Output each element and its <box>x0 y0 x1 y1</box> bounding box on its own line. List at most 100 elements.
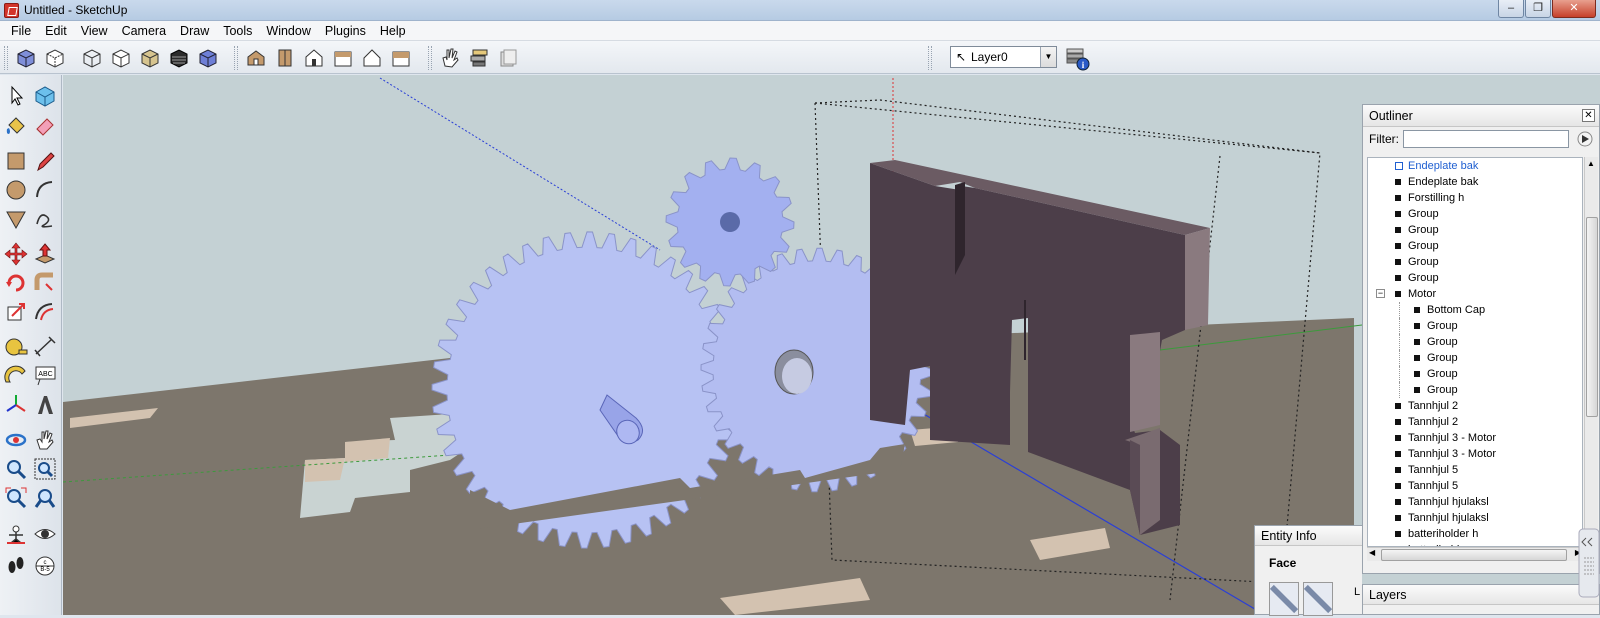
component-stack-icon[interactable] <box>466 45 492 71</box>
walk-icon[interactable] <box>3 553 29 579</box>
arc-icon[interactable] <box>32 177 58 203</box>
section-plane-icon[interactable]: c B-5 <box>32 553 58 579</box>
scroll-thumb[interactable] <box>1381 549 1567 561</box>
menu-edit[interactable]: Edit <box>38 21 74 41</box>
pan-hand-icon[interactable] <box>32 427 58 453</box>
look-around-icon[interactable] <box>32 521 58 547</box>
back-view-icon[interactable] <box>359 45 385 71</box>
scroll-thumb[interactable] <box>1586 217 1598 417</box>
outliner-item[interactable]: Group <box>1368 334 1582 350</box>
outliner-item[interactable]: Forstilling h <box>1368 190 1582 206</box>
protractor-icon[interactable] <box>3 363 29 389</box>
rectangle-icon[interactable] <box>3 148 29 174</box>
filter-input[interactable] <box>1403 130 1569 148</box>
outliner-vertical-scrollbar[interactable]: ▲ <box>1584 157 1598 547</box>
toolbar-grip[interactable] <box>428 45 432 70</box>
paint-bucket-icon[interactable] <box>3 113 29 139</box>
outliner-item[interactable]: Group <box>1368 350 1582 366</box>
outliner-item[interactable]: Tannhjul hjulaksl <box>1368 494 1582 510</box>
outliner-item[interactable]: Tannhjul 2 <box>1368 414 1582 430</box>
right-view-icon[interactable] <box>330 45 356 71</box>
close-button[interactable]: ✕ <box>1552 0 1596 18</box>
layer-dropdown[interactable]: ↖ Layer0 ▼ <box>950 46 1057 68</box>
menu-help[interactable]: Help <box>373 21 413 41</box>
front-view-icon[interactable] <box>301 45 327 71</box>
back-material-swatch[interactable] <box>1303 582 1333 616</box>
outliner-item[interactable]: Tannhjul 3 - Motor <box>1368 446 1582 462</box>
make-component-icon[interactable] <box>32 83 58 109</box>
outliner-item[interactable]: Tannhjul hjulaksl <box>1368 510 1582 526</box>
orbit-icon[interactable] <box>3 427 29 453</box>
collapse-icon[interactable]: − <box>1376 289 1385 298</box>
left-view-icon[interactable] <box>388 45 414 71</box>
select-icon[interactable] <box>3 83 29 109</box>
wireframe-icon[interactable] <box>79 45 105 71</box>
freehand-icon[interactable] <box>32 206 58 232</box>
toolbar-grip[interactable] <box>234 45 238 70</box>
outliner-item[interactable]: Group <box>1368 270 1582 286</box>
toolbar-grip[interactable] <box>4 45 8 70</box>
position-camera-icon[interactable] <box>3 521 29 547</box>
outliner-item[interactable]: Tannhjul 5 <box>1368 462 1582 478</box>
outliner-item[interactable]: Group <box>1368 382 1582 398</box>
minimize-button[interactable]: – <box>1498 0 1524 18</box>
dimension-icon[interactable] <box>32 334 58 360</box>
top-view-icon[interactable] <box>272 45 298 71</box>
menu-draw[interactable]: Draw <box>173 21 216 41</box>
back-edges-icon[interactable] <box>42 45 68 71</box>
push-pull-icon[interactable] <box>32 241 58 267</box>
rotate-icon[interactable] <box>3 270 29 296</box>
circle-icon[interactable] <box>3 177 29 203</box>
scale-icon[interactable] <box>3 299 29 325</box>
follow-me-icon[interactable] <box>32 270 58 296</box>
restore-button[interactable]: ❐ <box>1525 0 1551 18</box>
hidden-line-icon[interactable] <box>108 45 134 71</box>
outliner-item[interactable]: Group <box>1368 222 1582 238</box>
outliner-item[interactable]: Bottom Cap <box>1368 302 1582 318</box>
outliner-item[interactable]: Group <box>1368 254 1582 270</box>
menu-plugins[interactable]: Plugins <box>318 21 373 41</box>
zoom-window-icon[interactable] <box>32 456 58 482</box>
outliner-tree[interactable]: Endeplate bak Endeplate bak Forstilling h G… <box>1367 157 1583 547</box>
outliner-item[interactable]: Group <box>1368 206 1582 222</box>
outliner-item[interactable]: Tannhjul 3 - Motor <box>1368 430 1582 446</box>
shaded-icon[interactable] <box>137 45 163 71</box>
outliner-item[interactable]: batteriholder h <box>1368 526 1582 542</box>
hand-icon[interactable] <box>437 45 463 71</box>
front-material-swatch[interactable] <box>1269 582 1299 616</box>
text-icon[interactable]: ABC <box>32 363 58 389</box>
details-arrow-icon[interactable] <box>1577 131 1593 147</box>
outliner-item[interactable]: Endeplate bak <box>1368 174 1582 190</box>
outliner-item[interactable]: Group <box>1368 318 1582 334</box>
polygon-icon[interactable] <box>3 206 29 232</box>
menu-camera[interactable]: Camera <box>115 21 173 41</box>
tape-measure-icon[interactable] <box>3 334 29 360</box>
outliner-item[interactable]: Tannhjul 5 <box>1368 478 1582 494</box>
previous-view-icon[interactable] <box>32 485 58 511</box>
menu-window[interactable]: Window <box>259 21 317 41</box>
zoom-icon[interactable] <box>3 456 29 482</box>
layer-manager-icon[interactable]: i <box>1063 44 1091 72</box>
menu-file[interactable]: File <box>4 21 38 41</box>
close-icon[interactable]: ✕ <box>1582 109 1595 122</box>
eraser-icon[interactable] <box>32 113 58 139</box>
menu-tools[interactable]: Tools <box>216 21 259 41</box>
scroll-left-icon[interactable]: ◀ <box>1369 548 1375 557</box>
outliner-item[interactable]: − Motor <box>1368 286 1582 302</box>
axes-icon[interactable] <box>3 392 29 418</box>
outliner-item[interactable]: Endeplate bak <box>1368 158 1582 174</box>
toolbar-grip[interactable] <box>928 45 932 70</box>
monochrome-icon[interactable] <box>195 45 221 71</box>
xray-icon[interactable] <box>13 45 39 71</box>
zoom-extents-icon[interactable] <box>3 485 29 511</box>
outliner-item[interactable]: Group <box>1368 366 1582 382</box>
outliner-item[interactable]: Group <box>1368 238 1582 254</box>
outliner-item[interactable]: Tannhjul 2 <box>1368 398 1582 414</box>
shaded-textures-icon[interactable] <box>166 45 192 71</box>
iso-view-icon[interactable] <box>243 45 269 71</box>
scroll-up-icon[interactable]: ▲ <box>1587 159 1595 168</box>
3d-text-icon[interactable] <box>32 392 58 418</box>
outliner-horizontal-scrollbar[interactable]: ◀ ▶ <box>1367 547 1583 561</box>
offset-icon[interactable] <box>32 299 58 325</box>
move-icon[interactable] <box>3 241 29 267</box>
